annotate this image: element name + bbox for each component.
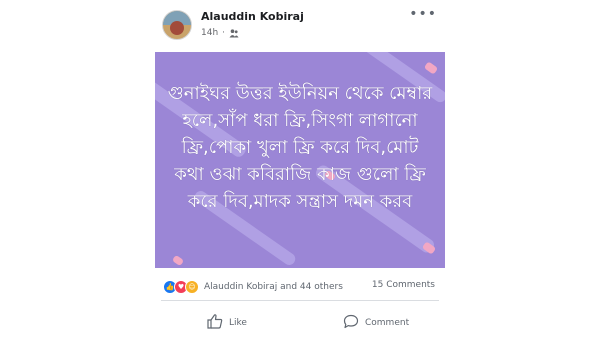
post-image-text: গুনাইঘর উত্তর ইউনিয়ন থেকে মেম্বার হলে,স… [167, 83, 433, 212]
haha-reaction-icon: ☺ [185, 280, 199, 294]
comment-icon [343, 314, 359, 332]
divider [161, 300, 439, 301]
comment-count[interactable]: 15 Comments [372, 280, 435, 290]
post-time[interactable]: 14h [201, 28, 218, 38]
post-actions: Like Comment [155, 308, 445, 334]
facebook-post: Alauddin Kobiraj 14h · ••• গুনাইঘর উত্তর… [155, 0, 445, 337]
thumbs-up-icon [207, 314, 223, 332]
reaction-count-text[interactable]: Alauddin Kobiraj and 44 others [204, 282, 343, 292]
more-options-icon[interactable]: ••• [409, 6, 437, 22]
author-name[interactable]: Alauddin Kobiraj [201, 10, 304, 23]
friends-audience-icon[interactable] [229, 28, 239, 38]
like-label: Like [229, 318, 247, 328]
comment-button[interactable]: Comment [343, 314, 409, 332]
post-meta: 14h · [201, 28, 239, 38]
like-button[interactable]: Like [207, 314, 247, 332]
separator-dot: · [222, 28, 226, 38]
comment-label: Comment [365, 318, 410, 328]
decorative-eraser [423, 61, 439, 75]
reaction-summary[interactable]: 👍 ♥ ☺ Alauddin Kobiraj and 44 others [163, 280, 343, 294]
decorative-eraser [171, 254, 185, 267]
author-avatar[interactable] [162, 10, 192, 40]
post-image[interactable]: গুনাইঘর উত্তর ইউনিয়ন থেকে মেম্বার হলে,স… [155, 52, 445, 268]
